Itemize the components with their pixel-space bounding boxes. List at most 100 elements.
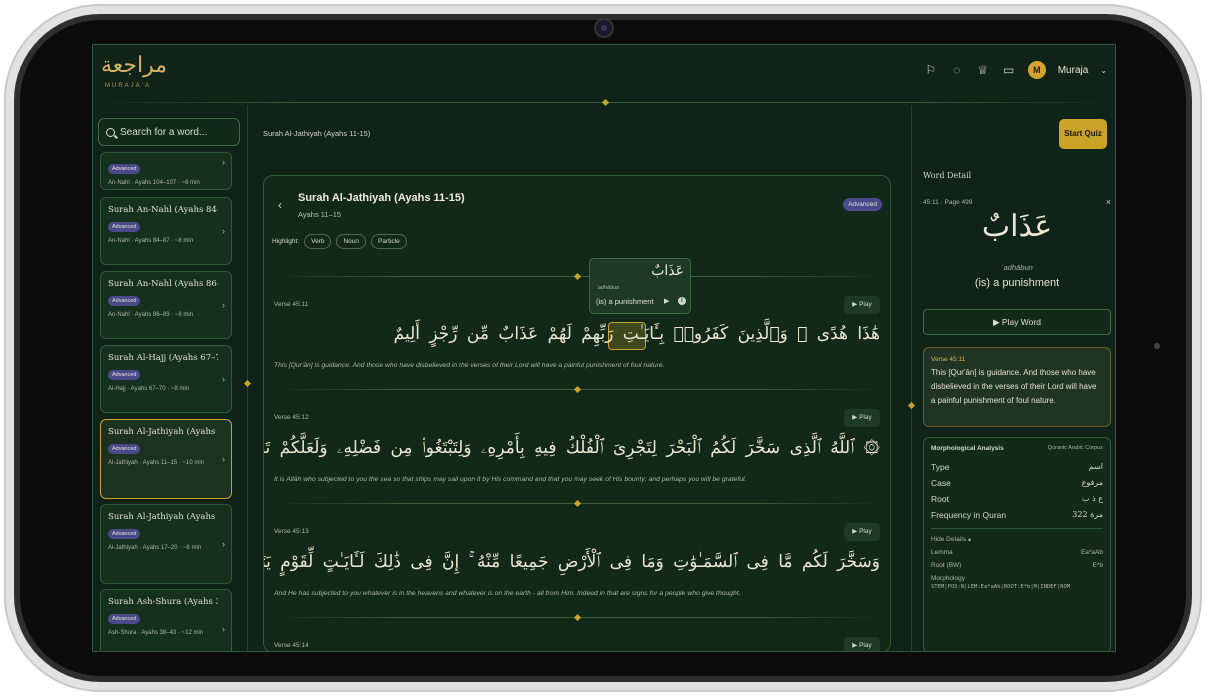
- chevron-right-icon: ›: [222, 374, 225, 384]
- chip-noun[interactable]: Noun: [336, 234, 367, 249]
- breadcrumb: Surah Al-Jathiyah (Ayahs 11-15): [263, 129, 371, 138]
- app-header: مراجعة MURAJA'A ⚐ ◌ ♕ ▭ M Muraja ⌄: [93, 45, 1115, 101]
- chip-particle[interactable]: Particle: [371, 234, 407, 249]
- lesson-meta: Ash-Shura · Ayahs 38–43 · ~12 min: [108, 630, 204, 636]
- lesson-title: Surah Al-Jathiyah (Ayahs 17...: [108, 512, 218, 522]
- verse-label: Verse 45:11: [274, 301, 309, 308]
- lesson-card-active[interactable]: Surah Al-Jathiyah (Ayahs 11–15 Advanced …: [100, 419, 232, 499]
- detail-meaning: (is) a punishment: [974, 277, 1060, 289]
- level-badge: Advanced: [108, 444, 141, 454]
- hide-details-toggle[interactable]: Hide Details ▴: [931, 535, 1103, 543]
- avatar[interactable]: M: [1027, 61, 1046, 79]
- morph-key: Case: [931, 478, 951, 488]
- back-arrow-icon[interactable]: ‹: [278, 198, 282, 212]
- verse-context-label: Verse 45:11: [931, 356, 966, 363]
- morph-row-type: Type اسم: [931, 462, 1103, 472]
- lesson-title: Surah Al-Hajj (Ayahs 67–70): [108, 353, 218, 363]
- morph-value: اسم: [1088, 462, 1103, 471]
- lesson-card[interactable]: Surah An-Nahl (Ayahs 84–87) Advanced An-…: [100, 197, 232, 265]
- morph-value: مرفوع: [1081, 478, 1103, 487]
- play-button[interactable]: ▶ Play: [844, 637, 880, 651]
- info-icon[interactable]: i: [678, 297, 686, 305]
- ornament-diamond-icon: [573, 385, 582, 394]
- morph-key: Frequency in Quran: [931, 510, 1007, 520]
- word-detail-panel: Word Detail 45:11 · Page 499 × عَذَابٌ ʿ…: [923, 165, 1111, 651]
- card-icon[interactable]: ▭: [1002, 63, 1016, 77]
- play-word-button[interactable]: ▶ Play Word: [923, 309, 1111, 335]
- lesson-title: Surah An-Nahl (Ayahs 84–87): [108, 205, 218, 215]
- lesson-card[interactable]: Surah An-Nahl (Ayahs 86–89) Advanced An-…: [100, 271, 232, 339]
- header-actions: ⚐ ◌ ♕ ▭ M Muraja ⌄: [924, 61, 1107, 79]
- ornament-diamond-icon: [243, 379, 252, 388]
- morph-value: ع ذ ب: [1082, 494, 1103, 503]
- verse-translation: And He has subjected to you whatever is …: [274, 590, 741, 597]
- lesson-meta: Al-Jathiyah · Ayahs 17–20 · ~8 min: [108, 545, 202, 551]
- detail-reference: 45:11 · Page 499: [923, 199, 973, 206]
- chevron-right-icon: ›: [222, 226, 225, 236]
- play-button[interactable]: ▶ Play: [844, 523, 880, 541]
- page-subtitle: Ayahs 11–15: [298, 210, 342, 219]
- level-badge: Advanced: [108, 222, 141, 232]
- morph-key: Lemma: [931, 549, 953, 556]
- lesson-title: Surah Ash-Shura (Ayahs 38-...: [108, 597, 218, 607]
- morph-value: 322 مرة: [1072, 510, 1103, 519]
- morph-divider: [931, 528, 1103, 529]
- level-badge: Advanced: [108, 529, 141, 539]
- morphology-card: Morphological Analysis Quranic Arabic Co…: [923, 437, 1111, 651]
- verse-translation: This [Qur'ān] is guidance. And those who…: [274, 362, 665, 369]
- page-title: Surah Al-Jathiyah (Ayahs 11-15): [298, 192, 465, 204]
- chip-verb[interactable]: Verb: [304, 234, 332, 249]
- chevron-down-icon[interactable]: ⌄: [1100, 66, 1107, 75]
- trophy-icon[interactable]: ♕: [976, 63, 990, 77]
- lesson-card[interactable]: Surah Ash-Shura (Ayahs 38-... Advanced A…: [100, 589, 232, 651]
- app-screen: مراجعة MURAJA'A ⚐ ◌ ♕ ▭ M Muraja ⌄ Searc…: [92, 44, 1116, 652]
- chat-icon[interactable]: ◌: [950, 63, 964, 77]
- morphology-label: Morphology: [931, 575, 965, 582]
- morph-row-root: Root ع ذ ب: [931, 494, 1103, 504]
- verse-context-text: This [Qur'ān] is guidance. And those who…: [931, 368, 1097, 405]
- detail-divider: [911, 105, 912, 651]
- play-icon[interactable]: ▶: [664, 297, 669, 305]
- morph-row-lemma: Lemma Ea*aAb: [931, 549, 1103, 556]
- play-button[interactable]: ▶ Play: [844, 296, 880, 314]
- close-icon[interactable]: ×: [1106, 197, 1111, 207]
- lesson-card[interactable]: Surah Al-Hajj (Ayahs 67–70) Advanced Al-…: [100, 345, 232, 413]
- chevron-right-icon: ›: [222, 300, 225, 310]
- ornament-diamond-icon: [573, 272, 582, 281]
- ornament-diamond-icon: [573, 613, 582, 622]
- verse-label: Verse 45:12: [274, 414, 309, 421]
- verse-arabic[interactable]: ۞ ٱللَّهُ ٱلَّذِى سَخَّرَ لَكُمُ ٱلْبَحْ…: [264, 438, 880, 458]
- verse-arabic[interactable]: هَٰذَا هُدًى ۖ وَٱلَّذِينَ كَفَرُوا۟ بِـ…: [394, 324, 880, 344]
- verse-arabic[interactable]: وَسَخَّرَ لَكُم مَّا فِى ٱلسَّمَـٰوَٰتِ …: [264, 552, 880, 572]
- lesson-meta: An-Nahl · Ayahs 104–107 · ~6 min: [108, 180, 200, 186]
- morphology-header: Morphological Analysis Quranic Arabic Co…: [931, 445, 1103, 452]
- logo-subtitle: MURAJA'A: [105, 83, 151, 89]
- lesson-card[interactable]: Surah Al-Jathiyah (Ayahs 17... Advanced …: [100, 504, 232, 584]
- tooltip-arabic: عَذَابٌ: [651, 263, 684, 279]
- search-icon: [106, 127, 115, 137]
- user-menu[interactable]: Muraja: [1058, 65, 1089, 76]
- lesson-meta: Al-Jathiyah · Ayahs 11–15 · ~10 min: [108, 460, 204, 466]
- verse-label: Verse 45:13: [274, 528, 309, 535]
- logo[interactable]: مراجعة: [101, 53, 167, 78]
- sidebar-divider: [247, 105, 248, 651]
- morph-row-frequency: Frequency in Quran 322 مرة: [931, 510, 1103, 520]
- ornament-diamond-icon: [573, 499, 582, 508]
- highlight-label: Highlight:: [272, 238, 300, 245]
- verse-translation: It is Allāh who subjected to you the sea…: [274, 476, 747, 483]
- morph-value: Ea*aAb: [1080, 549, 1103, 556]
- chevron-right-icon: ›: [222, 157, 225, 167]
- flag-icon[interactable]: ⚐: [924, 63, 938, 77]
- word-tooltip: عَذَابٌ ʿadhābun (is) a punishment ▶ i: [589, 258, 691, 314]
- morph-value: E*b: [1092, 562, 1103, 569]
- camera-icon: [596, 20, 612, 36]
- lesson-card[interactable]: Advanced An-Nahl · Ayahs 104–107 · ~6 mi…: [100, 152, 232, 190]
- level-badge: Advanced: [108, 164, 141, 174]
- start-quiz-button[interactable]: Start Quiz: [1059, 119, 1107, 149]
- play-button[interactable]: ▶ Play: [844, 409, 880, 427]
- ornament-diamond-icon: [907, 401, 916, 410]
- level-badge: Advanced: [843, 198, 882, 211]
- level-badge: Advanced: [108, 296, 141, 306]
- search-input[interactable]: Search for a word...: [98, 118, 240, 146]
- morph-row-case: Case مرفوع: [931, 478, 1103, 488]
